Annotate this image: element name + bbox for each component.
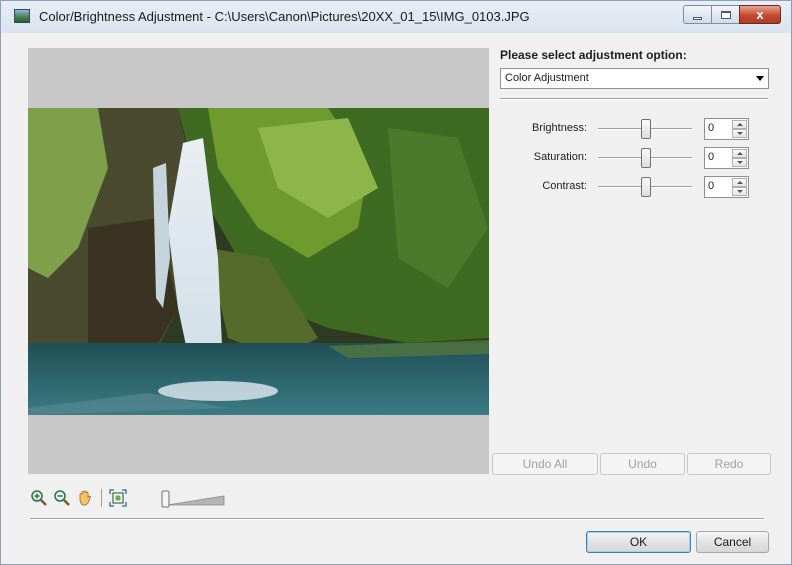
saturation-row: Saturation: 0 <box>500 147 770 169</box>
saturation-increment-button[interactable] <box>732 149 747 158</box>
brightness-decrement-button[interactable] <box>732 129 747 138</box>
close-button[interactable]: x <box>739 5 781 24</box>
caption-buttons: x <box>683 5 781 25</box>
window-title: Color/Brightness Adjustment - C:\Users\C… <box>39 9 530 24</box>
arrow-up-icon <box>736 181 743 184</box>
brightness-label: Brightness: <box>531 122 587 134</box>
maximize-button[interactable] <box>711 5 739 24</box>
contrast-slider-thumb[interactable] <box>641 177 651 197</box>
adjustment-option-label: Please select adjustment option: <box>500 48 687 62</box>
undo-button[interactable]: Undo <box>600 453 685 475</box>
toolbar-separator <box>101 489 102 507</box>
brightness-spinner <box>732 120 747 138</box>
image-app-icon <box>14 9 30 23</box>
fit-to-window-icon[interactable] <box>109 489 127 507</box>
redo-button[interactable]: Redo <box>687 453 771 475</box>
hand-icon[interactable] <box>76 489 94 507</box>
arrow-up-icon <box>736 152 743 155</box>
contrast-row: Contrast: 0 <box>500 176 770 198</box>
preview-photo <box>28 108 489 415</box>
saturation-spinner <box>732 149 747 167</box>
zoom-slider-thumb[interactable] <box>161 490 170 508</box>
undo-all-button[interactable]: Undo All <box>492 453 598 475</box>
contrast-increment-button[interactable] <box>732 178 747 187</box>
brightness-row: Brightness: 0 <box>500 118 770 140</box>
view-toolbar <box>30 487 132 509</box>
chevron-down-icon <box>756 76 764 81</box>
image-preview-area[interactable] <box>28 48 489 474</box>
maximize-icon <box>720 10 731 19</box>
ok-button[interactable]: OK <box>586 531 691 553</box>
close-icon: x <box>756 7 764 22</box>
saturation-label: Saturation: <box>533 151 587 163</box>
saturation-slider-thumb[interactable] <box>641 148 651 168</box>
color-brightness-dialog: Color/Brightness Adjustment - C:\Users\C… <box>0 0 792 565</box>
waterfall-photo <box>28 108 489 415</box>
contrast-label: Contrast: <box>542 180 587 192</box>
adjustment-option-select[interactable]: Color Adjustment <box>500 68 769 89</box>
title-bar[interactable]: Color/Brightness Adjustment - C:\Users\C… <box>1 1 791 33</box>
arrow-up-icon <box>736 123 743 126</box>
zoom-in-icon[interactable] <box>30 489 48 507</box>
options-divider <box>500 98 768 100</box>
zoom-slider[interactable] <box>161 490 225 508</box>
contrast-decrement-button[interactable] <box>732 187 747 196</box>
brightness-increment-button[interactable] <box>732 120 747 129</box>
footer-divider <box>30 518 764 520</box>
contrast-spinner <box>732 178 747 196</box>
cancel-button[interactable]: Cancel <box>696 531 769 553</box>
brightness-slider-thumb[interactable] <box>641 119 651 139</box>
arrow-down-icon <box>736 132 743 135</box>
arrow-down-icon <box>736 190 743 193</box>
saturation-decrement-button[interactable] <box>732 158 747 167</box>
minimize-icon <box>693 16 702 20</box>
arrow-down-icon <box>736 161 743 164</box>
adjustment-option-value: Color Adjustment <box>505 72 589 84</box>
zoom-out-icon[interactable] <box>53 489 71 507</box>
minimize-button[interactable] <box>683 5 711 24</box>
